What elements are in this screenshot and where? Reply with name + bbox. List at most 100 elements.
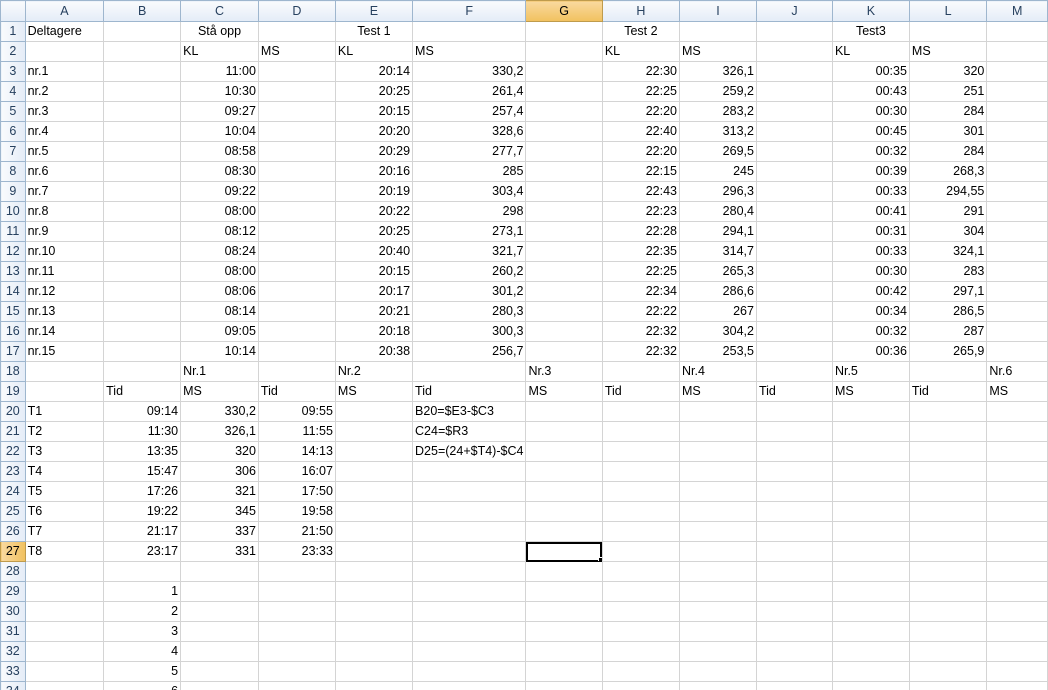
cell-d1[interactable] (257, 21, 336, 42)
cell-m6[interactable] (986, 121, 1048, 142)
cell-l32[interactable] (908, 641, 988, 662)
cell-h25[interactable] (601, 501, 680, 522)
cell-b30[interactable]: 2 (103, 601, 182, 622)
row-header-23[interactable]: 23 (0, 461, 26, 482)
cell-e12[interactable]: 20:40 (334, 241, 414, 262)
cell-b14[interactable] (103, 281, 182, 302)
cell-b12[interactable] (103, 241, 182, 262)
cell-m12[interactable] (986, 241, 1048, 262)
cell-i7[interactable]: 269,5 (678, 141, 757, 162)
row-header-28[interactable]: 28 (0, 561, 26, 582)
cell-e15[interactable]: 20:21 (334, 301, 414, 322)
cell-h32[interactable] (601, 641, 680, 662)
cell-k12[interactable]: 00:33 (831, 241, 910, 262)
cell-i9[interactable]: 296,3 (678, 181, 757, 202)
cell-k15[interactable]: 00:34 (831, 301, 910, 322)
cell-i12[interactable]: 314,7 (678, 241, 757, 262)
column-header-h[interactable]: H (601, 0, 680, 22)
cell-a30[interactable] (24, 601, 105, 622)
cell-c34[interactable] (180, 681, 259, 690)
cell-f26[interactable] (412, 521, 527, 542)
select-all-corner[interactable] (0, 0, 26, 22)
cell-l1[interactable] (908, 21, 988, 42)
column-header-g[interactable]: G (525, 0, 603, 22)
cell-j4[interactable] (755, 81, 833, 102)
cell-k31[interactable] (831, 621, 910, 642)
cell-a7[interactable]: nr.5 (24, 141, 105, 162)
cell-l31[interactable] (908, 621, 988, 642)
cell-l8[interactable]: 268,3 (908, 161, 988, 182)
cell-f19[interactable]: Tid (412, 381, 527, 402)
cell-j21[interactable] (755, 421, 833, 442)
cell-g32[interactable] (525, 641, 603, 662)
cell-d6[interactable] (257, 121, 336, 142)
cell-g6[interactable] (525, 121, 603, 142)
row-header-2[interactable]: 2 (0, 41, 26, 62)
cell-i6[interactable]: 313,2 (678, 121, 757, 142)
cell-g20[interactable] (525, 401, 603, 422)
cell-g1[interactable] (525, 21, 603, 42)
cell-e16[interactable]: 20:18 (334, 321, 414, 342)
row-header-14[interactable]: 14 (0, 281, 26, 302)
cell-e25[interactable] (334, 501, 414, 522)
cell-e6[interactable]: 20:20 (334, 121, 414, 142)
cell-d14[interactable] (257, 281, 336, 302)
cell-i19[interactable]: MS (678, 381, 757, 402)
cell-g15[interactable] (525, 301, 603, 322)
cell-d22[interactable]: 14:13 (257, 441, 336, 462)
cell-k3[interactable]: 00:35 (831, 61, 910, 82)
cell-h26[interactable] (601, 521, 680, 542)
cell-a34[interactable] (24, 681, 105, 690)
cell-l18[interactable] (908, 361, 988, 382)
cell-c1[interactable]: Stå opp (180, 21, 259, 42)
cell-e32[interactable] (334, 641, 414, 662)
cell-m7[interactable] (986, 141, 1048, 162)
cell-j32[interactable] (755, 641, 833, 662)
cell-d15[interactable] (257, 301, 336, 322)
cell-k21[interactable] (831, 421, 910, 442)
cell-b18[interactable] (103, 361, 182, 382)
cell-i32[interactable] (678, 641, 757, 662)
cell-l25[interactable] (908, 501, 988, 522)
row-header-1[interactable]: 1 (0, 21, 26, 42)
cell-l28[interactable] (908, 561, 988, 582)
cell-f2[interactable]: MS (412, 41, 527, 62)
cell-k7[interactable]: 00:32 (831, 141, 910, 162)
cell-j27[interactable] (755, 541, 833, 562)
cell-l3[interactable]: 320 (908, 61, 988, 82)
row-header-4[interactable]: 4 (0, 81, 26, 102)
cell-c30[interactable] (180, 601, 259, 622)
cell-b23[interactable]: 15:47 (103, 461, 182, 482)
cell-b5[interactable] (103, 101, 182, 122)
cell-a11[interactable]: nr.9 (24, 221, 105, 242)
cell-c28[interactable] (180, 561, 259, 582)
cell-g7[interactable] (525, 141, 603, 162)
cell-d28[interactable] (257, 561, 336, 582)
cell-k32[interactable] (831, 641, 910, 662)
cell-d26[interactable]: 21:50 (257, 521, 336, 542)
cell-a3[interactable]: nr.1 (24, 61, 105, 82)
cell-e34[interactable] (334, 681, 414, 690)
cell-f17[interactable]: 256,7 (412, 341, 527, 362)
cell-c8[interactable]: 08:30 (180, 161, 259, 182)
cell-e20[interactable] (334, 401, 414, 422)
cell-h22[interactable] (601, 441, 680, 462)
column-header-m[interactable]: M (986, 0, 1048, 22)
row-header-6[interactable]: 6 (0, 121, 26, 142)
cell-m32[interactable] (986, 641, 1048, 662)
row-header-5[interactable]: 5 (0, 101, 26, 122)
cell-i23[interactable] (678, 461, 757, 482)
cell-k30[interactable] (831, 601, 910, 622)
cell-b8[interactable] (103, 161, 182, 182)
cell-j2[interactable] (755, 41, 833, 62)
row-header-19[interactable]: 19 (0, 381, 26, 402)
cell-b1[interactable] (103, 21, 182, 42)
cell-k20[interactable] (831, 401, 910, 422)
row-header-21[interactable]: 21 (0, 421, 26, 442)
cell-a31[interactable] (24, 621, 105, 642)
cell-k1[interactable]: Test3 (831, 21, 910, 42)
cell-b2[interactable] (103, 41, 182, 62)
cell-g31[interactable] (525, 621, 603, 642)
cell-m19[interactable]: MS (986, 381, 1048, 402)
cell-g12[interactable] (525, 241, 603, 262)
